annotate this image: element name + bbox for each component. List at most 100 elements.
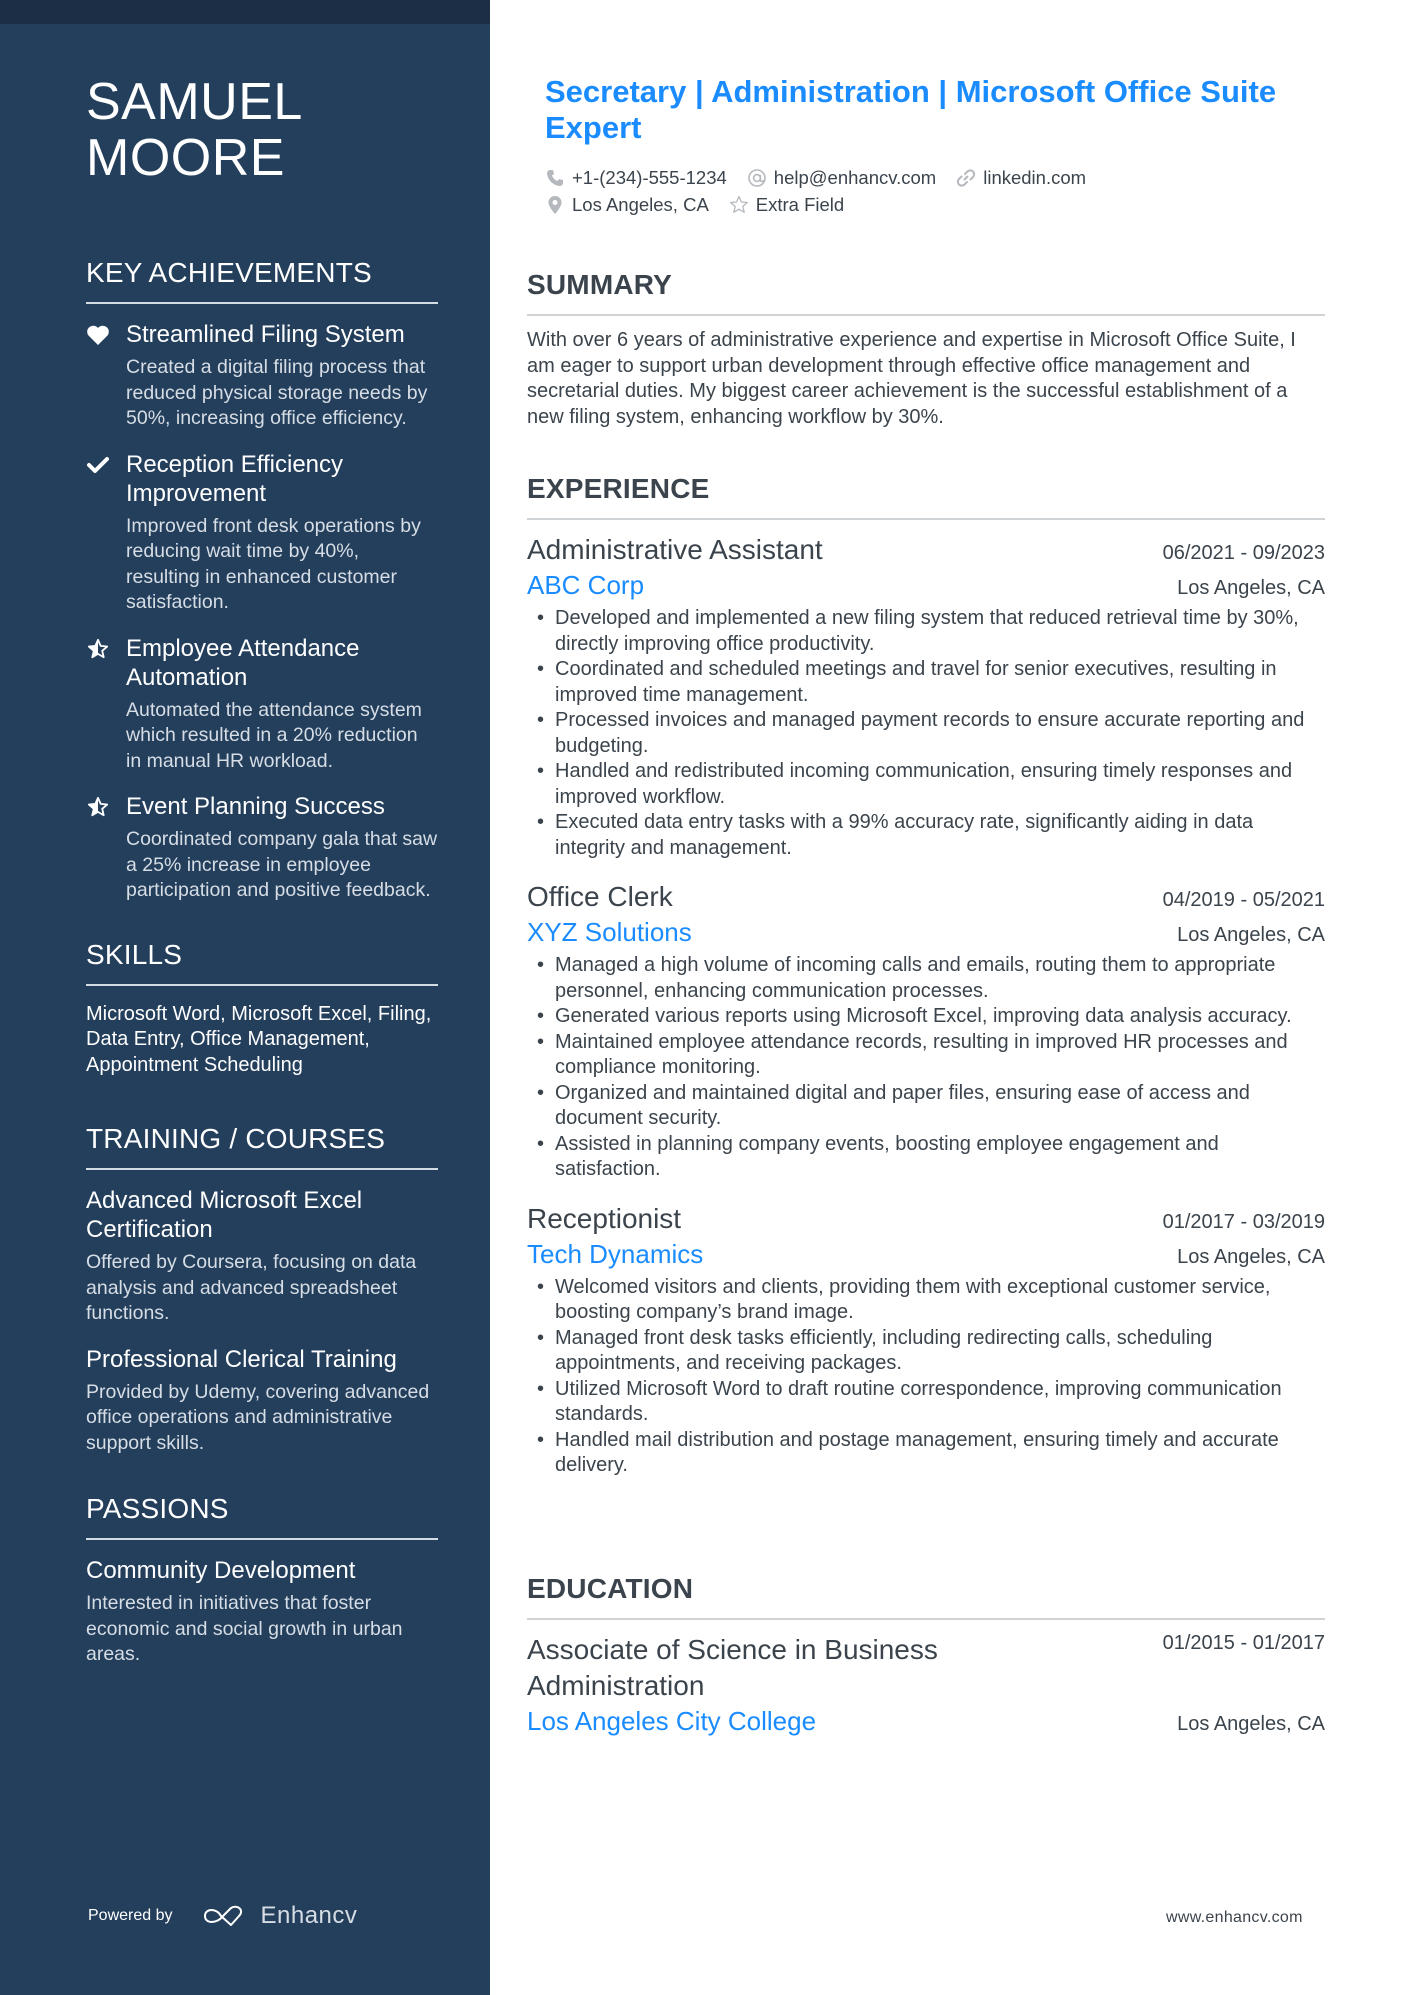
passion-title: Community Development (86, 1557, 356, 1584)
powered-by[interactable]: Powered by Enhancv (88, 1902, 357, 1930)
job-title: Receptionist (527, 1202, 682, 1234)
contact-info: +1-(234)-555-1234 help@enhancv.com linke… (545, 164, 1325, 218)
job-bullet: Managed a high volume of incoming calls … (527, 953, 1325, 1004)
star-outline-icon (729, 195, 751, 215)
job-bullet: Developed and implemented a new filing s… (527, 606, 1325, 657)
section-divider (527, 1618, 1325, 1620)
section-divider (86, 1538, 438, 1540)
achievement-item: Streamlined Filing System Created a digi… (86, 320, 438, 432)
job-bullet: Utilized Microsoft Word to draft routine… (527, 1377, 1325, 1428)
summary-text: With over 6 years of administrative expe… (527, 329, 1296, 428)
achievement-item: Reception Efficiency Improvement Improve… (86, 450, 438, 616)
job-dates: 04/2019 - 05/2021 (1162, 889, 1325, 911)
job-dates: 01/2017 - 03/2019 (1162, 1210, 1325, 1233)
achievement-title: Streamlined Filing System (126, 321, 405, 348)
school-location: Los Angeles, CA (1177, 1713, 1325, 1735)
contact-email[interactable]: help@enhancv.com (747, 164, 936, 191)
contact-location: Los Angeles, CA (545, 191, 709, 218)
extra-value: Extra Field (755, 194, 845, 215)
contact-extra: Extra Field (729, 191, 844, 218)
job-bullet: Managed front desk tasks efficiently, in… (527, 1326, 1325, 1377)
link-icon (956, 168, 978, 188)
email-value: help@enhancv.com (773, 167, 937, 188)
enhancv-brand: Enhancv (260, 1902, 358, 1929)
job-bullet: Assisted in planning company events, boo… (527, 1132, 1325, 1183)
job-dates: 06/2021 - 09/2023 (1162, 542, 1325, 564)
job-bullet: Coordinated and scheduled meetings and t… (527, 657, 1325, 708)
summary-heading: SUMMARY (527, 269, 673, 300)
job-title: Office Clerk (527, 881, 673, 912)
passions-heading: PASSIONS (86, 1493, 229, 1524)
job-location: Los Angeles, CA (1177, 924, 1325, 946)
achievement-item: Event Planning Success Coordinated compa… (86, 792, 438, 904)
section-divider (527, 518, 1325, 520)
skills-heading: SKILLS (86, 938, 183, 970)
name-first: SAMUEL (86, 73, 303, 131)
candidate-name: SAMUEL MOORE (86, 74, 438, 186)
experience-heading: EXPERIENCE (527, 473, 710, 504)
achievement-desc: Coordinated company gala that saw a 25% … (126, 828, 438, 901)
achievement-title: Reception Efficiency Improvement (126, 450, 344, 507)
education-section: EDUCATION Associate of Science in Busine… (527, 1572, 1325, 1756)
half-star-icon (86, 634, 126, 775)
job-bullet: Organized and maintained digital and pap… (527, 1081, 1325, 1132)
course-desc: Provided by Udemy, covering advanced off… (86, 1380, 430, 1454)
course-desc: Offered by Coursera, focusing on data an… (86, 1251, 417, 1324)
course-item: Advanced Microsoft Excel Certification O… (86, 1186, 438, 1327)
achievement-desc: Created a digital filing process that re… (126, 356, 428, 429)
section-divider (86, 302, 438, 304)
powered-by-label: Powered by (88, 1907, 173, 1924)
section-divider (86, 983, 438, 986)
experience-section: EXPERIENCE Administrative Assistant 06/2… (527, 472, 1325, 1497)
job-entry: Office Clerk 04/2019 - 05/2021 XYZ Solut… (527, 879, 1325, 1183)
job-company: ABC Corp (527, 570, 645, 600)
job-company: Tech Dynamics (527, 1238, 704, 1269)
job-location: Los Angeles, CA (1177, 1245, 1325, 1268)
achievement-title: Event Planning Success (126, 793, 385, 820)
name-last: MOORE (86, 129, 285, 187)
sidebar-top-strip (0, 0, 490, 24)
course-title: Advanced Microsoft Excel Certification (86, 1187, 363, 1243)
achievement-desc: Improved front desk operations by reduci… (126, 514, 421, 614)
job-title: Administrative Assistant (527, 534, 823, 565)
degree-title: Associate of Science in Business Adminis… (527, 1634, 938, 1701)
training-section: TRAINING / COURSES Advanced Microsoft Ex… (86, 1122, 438, 1456)
achievements-heading: KEY ACHIEVEMENTS (86, 257, 372, 288)
heart-icon (86, 320, 126, 432)
passions-section: PASSIONS Community Development Intereste… (86, 1492, 438, 1668)
education-heading: EDUCATION (527, 1573, 694, 1604)
training-heading: TRAINING / COURSES (86, 1123, 386, 1154)
section-divider (527, 314, 1325, 316)
passion-item: Community Development Interested in init… (86, 1556, 438, 1668)
location-pin-icon (545, 195, 567, 215)
achievement-title: Employee Attendance Automation (126, 634, 360, 691)
education-dates: 01/2015 - 01/2017 (1162, 1632, 1325, 1654)
job-bullets: Managed a high volume of incoming calls … (527, 953, 1325, 1183)
sidebar-content: SAMUEL MOORE KEY ACHIEVEMENTS Streamline… (86, 74, 438, 1686)
link-value: linkedin.com (983, 167, 1087, 188)
passion-desc: Interested in initiatives that foster ec… (86, 1592, 403, 1665)
check-icon (86, 450, 126, 616)
at-icon (747, 168, 769, 188)
contact-link[interactable]: linkedin.com (956, 164, 1086, 191)
enhancv-logo-icon (201, 1904, 247, 1928)
course-title: Professional Clerical Training (86, 1345, 397, 1373)
job-company: XYZ Solutions (527, 917, 692, 947)
job-bullet: Generated various reports using Microsof… (527, 1004, 1325, 1030)
job-bullet: Executed data entry tasks with a 99% acc… (527, 810, 1325, 861)
school-name: Los Angeles City College (527, 1706, 817, 1736)
job-entry: Administrative Assistant 06/2021 - 09/20… (527, 532, 1325, 861)
job-bullet: Maintained employee attendance records, … (527, 1030, 1325, 1081)
half-star-icon (86, 792, 126, 904)
education-entry: Associate of Science in Business Adminis… (527, 1632, 1325, 1738)
section-divider (86, 1168, 438, 1170)
job-bullets: Developed and implemented a new filing s… (527, 606, 1325, 861)
contact-phone[interactable]: +1-(234)-555-1234 (545, 164, 727, 191)
job-bullet: Welcomed visitors and clients, providing… (527, 1275, 1325, 1326)
achievement-item: Employee Attendance Automation Automated… (86, 634, 438, 775)
headline: Secretary | Administration | Microsoft O… (545, 74, 1277, 145)
job-location: Los Angeles, CA (1177, 577, 1325, 599)
footer-site-link[interactable]: www.enhancv.com (1166, 1909, 1303, 1927)
phone-value: +1-(234)-555-1234 (572, 167, 727, 188)
job-bullet: Processed invoices and managed payment r… (527, 708, 1325, 759)
